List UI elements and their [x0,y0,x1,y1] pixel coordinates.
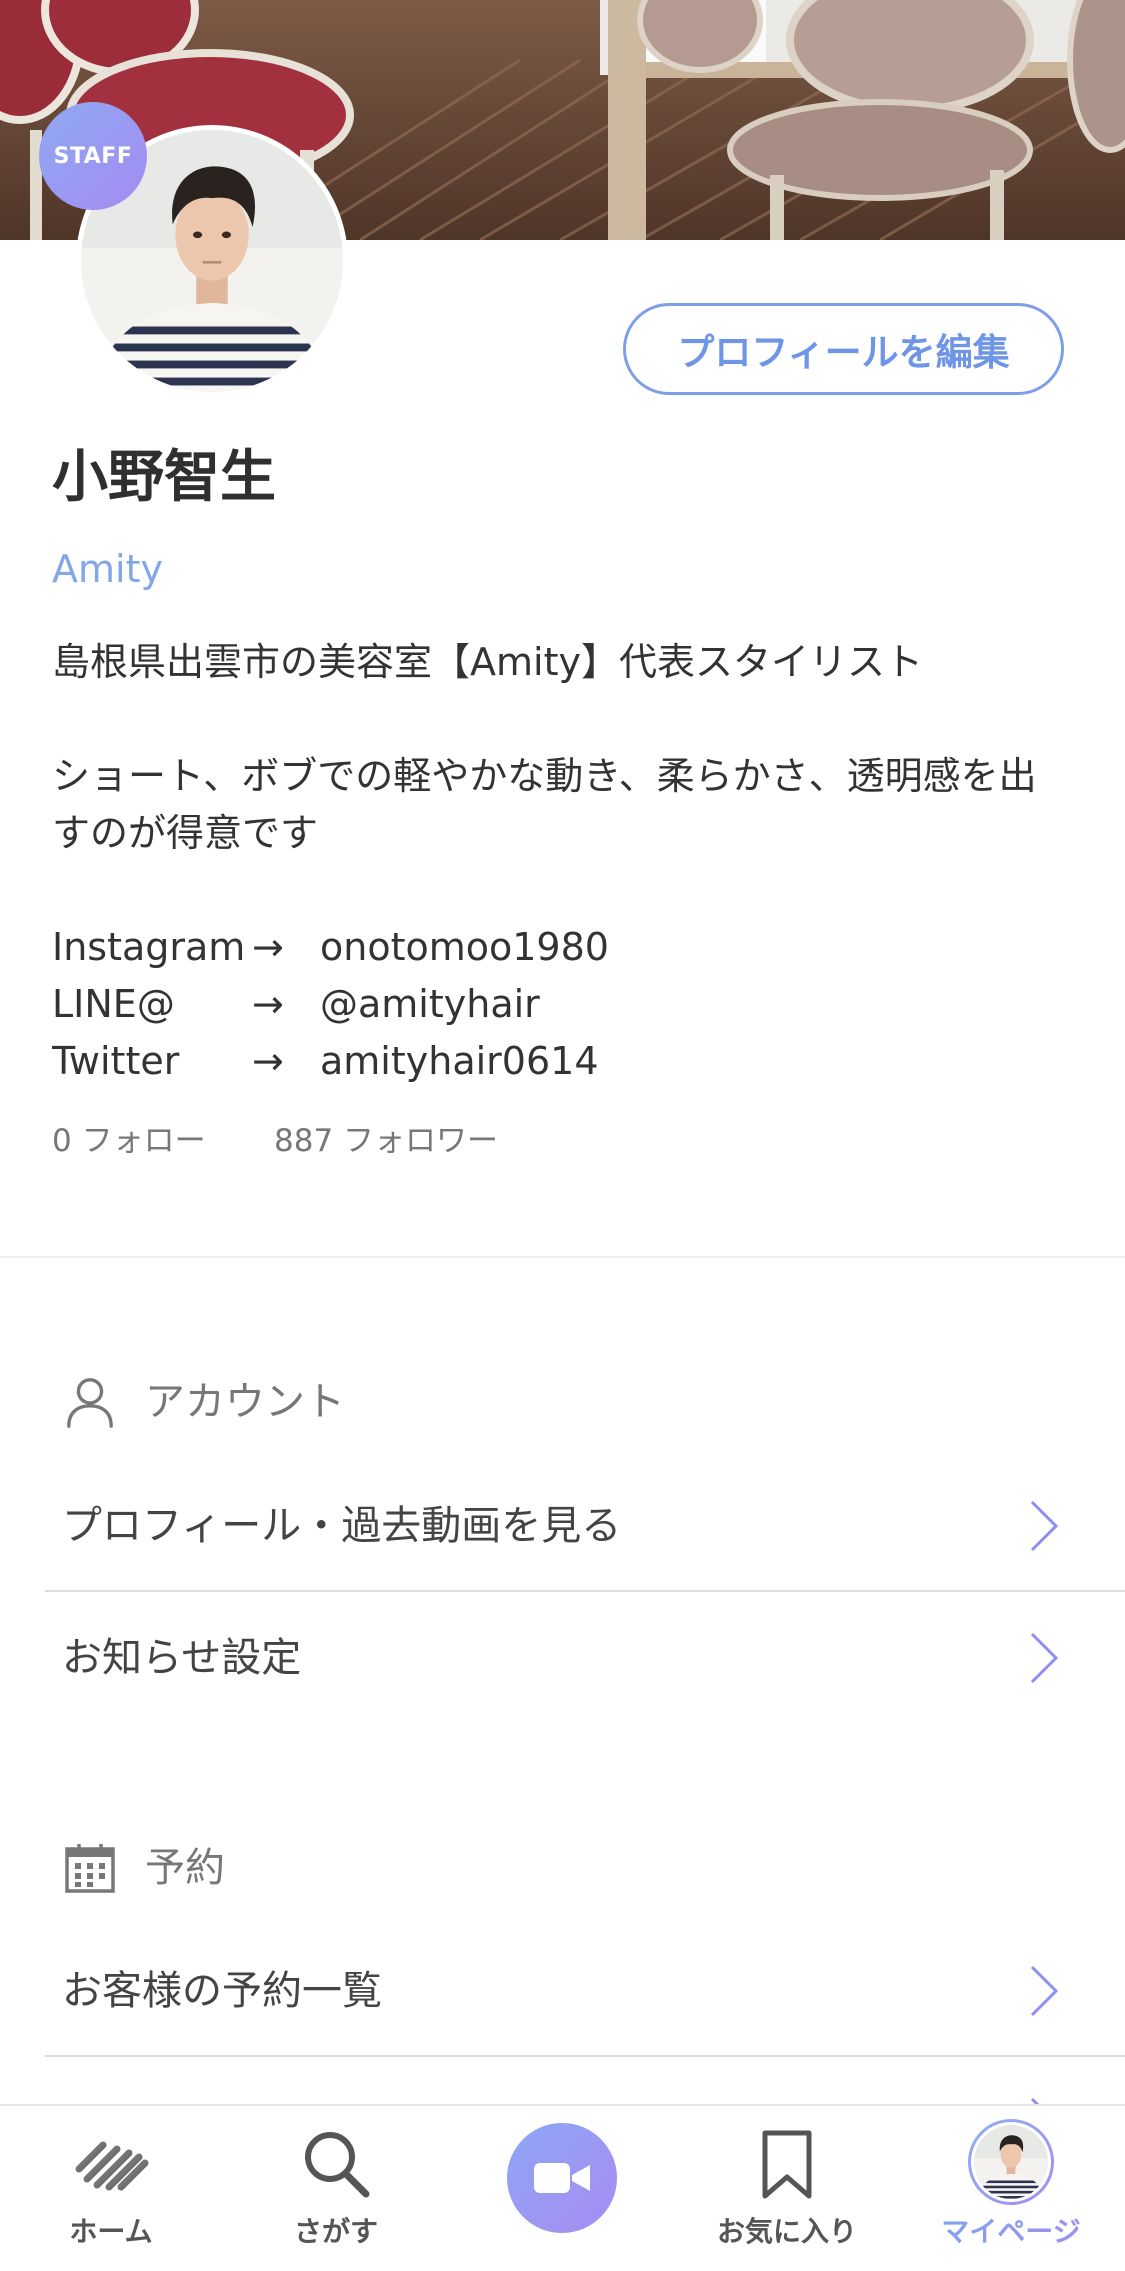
tab-label: ホーム [69,2215,153,2248]
avatar-frame [971,2122,1051,2202]
video-camera-icon [534,2163,590,2193]
social-instagram: Instagram → onotomoo1980 [52,919,1092,976]
menu-item-label: お知らせ設定 [62,1635,302,1681]
bottom-tab-bar: ホーム さがす お気に入り マイページ [0,2104,1125,2269]
section-title: 予約 [145,1845,225,1891]
following-label: フォロー [81,1123,206,1159]
social-label: LINE@ [52,982,175,1026]
social-line: LINE@ → @amityhair [52,976,1092,1033]
search-icon [305,2132,370,2198]
social-handle: amityhair0614 [320,1039,599,1083]
social-arrow: → [252,925,284,969]
bio-line: すのが得意です [52,811,319,855]
tab-label: さがす [293,2215,378,2248]
menu-item-customer-reservations[interactable]: お客様の予約一覧 [0,1926,1125,2056]
divider [45,1590,1125,1592]
section-header-reservation: 予約 [0,1842,1125,1894]
social-handle: @amityhair [320,982,540,1026]
tab-label: お気に入り [716,2215,857,2248]
home-logo-icon [75,2141,149,2191]
social-handle: onotomoo1980 [320,925,609,969]
avatar-image [974,2125,1048,2199]
social-twitter: Twitter → amityhair0614 [52,1033,1092,1090]
menu-item-notification-settings[interactable]: お知らせ設定 [0,1593,1125,1723]
live-video-button[interactable] [507,2123,617,2233]
staff-badge: STAFF [39,102,147,210]
follower-count[interactable]: 887 フォロワー [274,1121,498,1161]
bio-blank-line [52,862,1092,919]
follower-label: フォロワー [343,1123,499,1159]
menu-item-label: お客様の予約一覧 [62,1968,382,2014]
bio-line: ショート、ボブでの軽やかな動き、柔らかさ、透明感を出 [52,754,1037,798]
person-icon [67,1378,113,1428]
bookmark-icon [762,2130,812,2199]
divider [0,1256,1125,1258]
tab-mypage[interactable]: マイページ [911,2106,1111,2271]
follower-number: 887 [274,1123,334,1159]
tab-label: マイページ [911,2215,1111,2249]
bio-line: 島根県出雲市の美容室【Amity】代表スタイリスト [52,640,923,684]
edit-profile-button[interactable]: プロフィールを編集 [623,303,1064,395]
following-number: 0 [52,1123,72,1159]
salon-link[interactable]: Amity [52,549,163,589]
tab-home[interactable]: ホーム [11,2106,211,2271]
social-arrow: → [252,982,284,1026]
avatar-icon [968,2119,1054,2205]
divider [45,2055,1125,2057]
menu-item-label: プロフィール・過去動画を見る [62,1503,622,1549]
tab-favorites[interactable]: お気に入り [687,2106,887,2271]
social-label: Twitter [52,1039,180,1083]
calendar-icon [65,1844,115,1893]
profile-name: 小野智生 [52,445,276,510]
tab-search[interactable]: さがす [236,2106,436,2271]
chevron-right-icon [1030,1965,1059,2017]
following-count[interactable]: 0 フォロー [52,1121,206,1161]
chevron-right-icon [1030,1500,1059,1552]
profile-bio: 島根県出雲市の美容室【Amity】代表スタイリスト ショート、ボブでの軽やかな動… [52,634,1092,1090]
chevron-right-icon [1030,1632,1059,1684]
menu-item-profile-videos[interactable]: プロフィール・過去動画を見る [0,1461,1125,1591]
social-label: Instagram [52,925,246,969]
social-arrow: → [252,1039,284,1083]
section-title: アカウント [145,1379,345,1425]
section-header-account: アカウント [0,1376,1125,1428]
bio-blank-line [52,691,1092,748]
avatar-photo [974,2125,1048,2199]
